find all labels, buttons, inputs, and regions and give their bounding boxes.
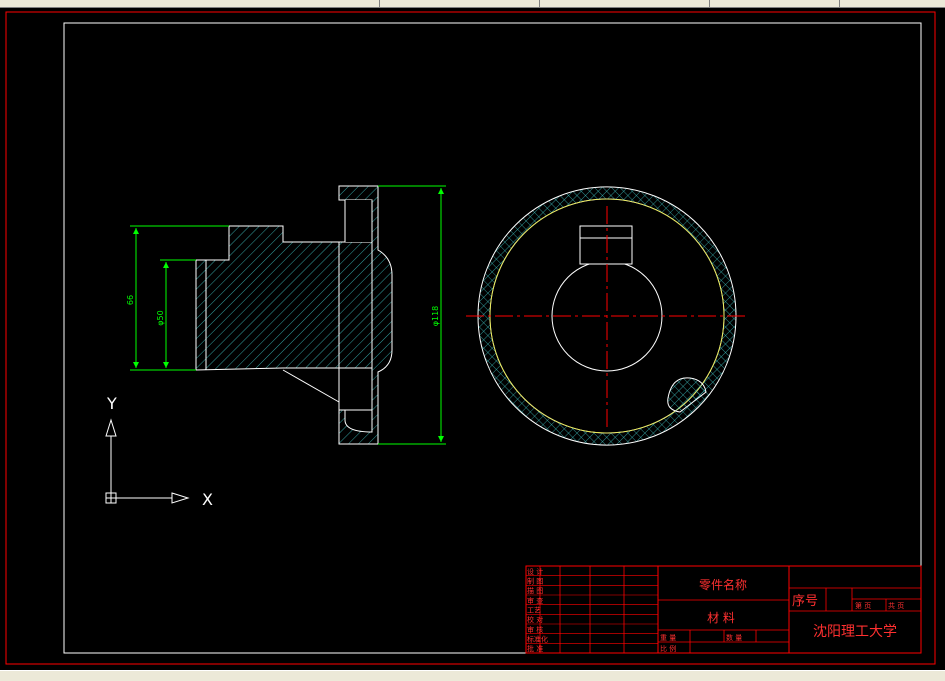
- tb-material: 材 料: [707, 611, 735, 625]
- ucs-axis-icon: Y X: [105, 394, 213, 509]
- tb-part-name: 零件名称: [699, 577, 747, 592]
- tb-serial: 序号: [792, 594, 818, 609]
- tb-row-label: 制 图: [527, 577, 543, 586]
- tb-row-label: 校 对: [527, 615, 543, 624]
- tb-sheet-label: 第 页: [855, 601, 871, 610]
- hub-section: [195, 225, 340, 371]
- status-strip: [0, 670, 945, 681]
- dim-left-outer: 66: [126, 295, 135, 305]
- tb-row-label: 工艺: [527, 607, 541, 615]
- ucs-x-label: X: [202, 490, 213, 509]
- dim-right: φ118: [431, 306, 440, 327]
- dim-left-inner: φ50: [156, 310, 165, 325]
- end-view[interactable]: [466, 186, 748, 446]
- toolbar-segment[interactable]: [710, 0, 840, 7]
- tb-scale-label: 比 例: [660, 644, 676, 653]
- toolbar-segment[interactable]: [0, 0, 380, 7]
- section-view[interactable]: 66 φ50 φ118: [126, 185, 446, 445]
- title-block[interactable]: 设 计 制 图 描 图 审 查 工艺 校 对 审 核 标准化 批 准 零件名称 …: [525, 565, 922, 654]
- ucs-y-label: Y: [106, 394, 117, 413]
- drawing-canvas[interactable]: 66 φ50 φ118 Y X 设 计 制 图 描 图 审 查 工艺 校 对 审…: [0, 8, 945, 670]
- tb-row-label: 批 准: [527, 644, 543, 653]
- tb-sheet-total-label: 共 页: [888, 601, 904, 610]
- tb-row-label: 设 计: [527, 567, 543, 576]
- tb-row-label: 审 查: [527, 596, 543, 605]
- toolbar-segment[interactable]: [540, 0, 710, 7]
- keyway: [579, 225, 633, 265]
- tb-quantity-label: 数 量: [726, 633, 742, 642]
- toolbar-strip: [0, 0, 945, 8]
- tb-row-label: 描 图: [527, 586, 543, 595]
- toolbar-segment[interactable]: [380, 0, 540, 7]
- tb-row-label: 审 核: [527, 625, 543, 634]
- cad-drawing[interactable]: 66 φ50 φ118 Y X 设 计 制 图 描 图 审 查 工艺 校 对 审…: [0, 8, 945, 670]
- tb-row-label: 标准化: [527, 635, 548, 644]
- tb-weight-label: 重 量: [660, 634, 676, 642]
- tb-university: 沈阳理工大学: [813, 624, 897, 640]
